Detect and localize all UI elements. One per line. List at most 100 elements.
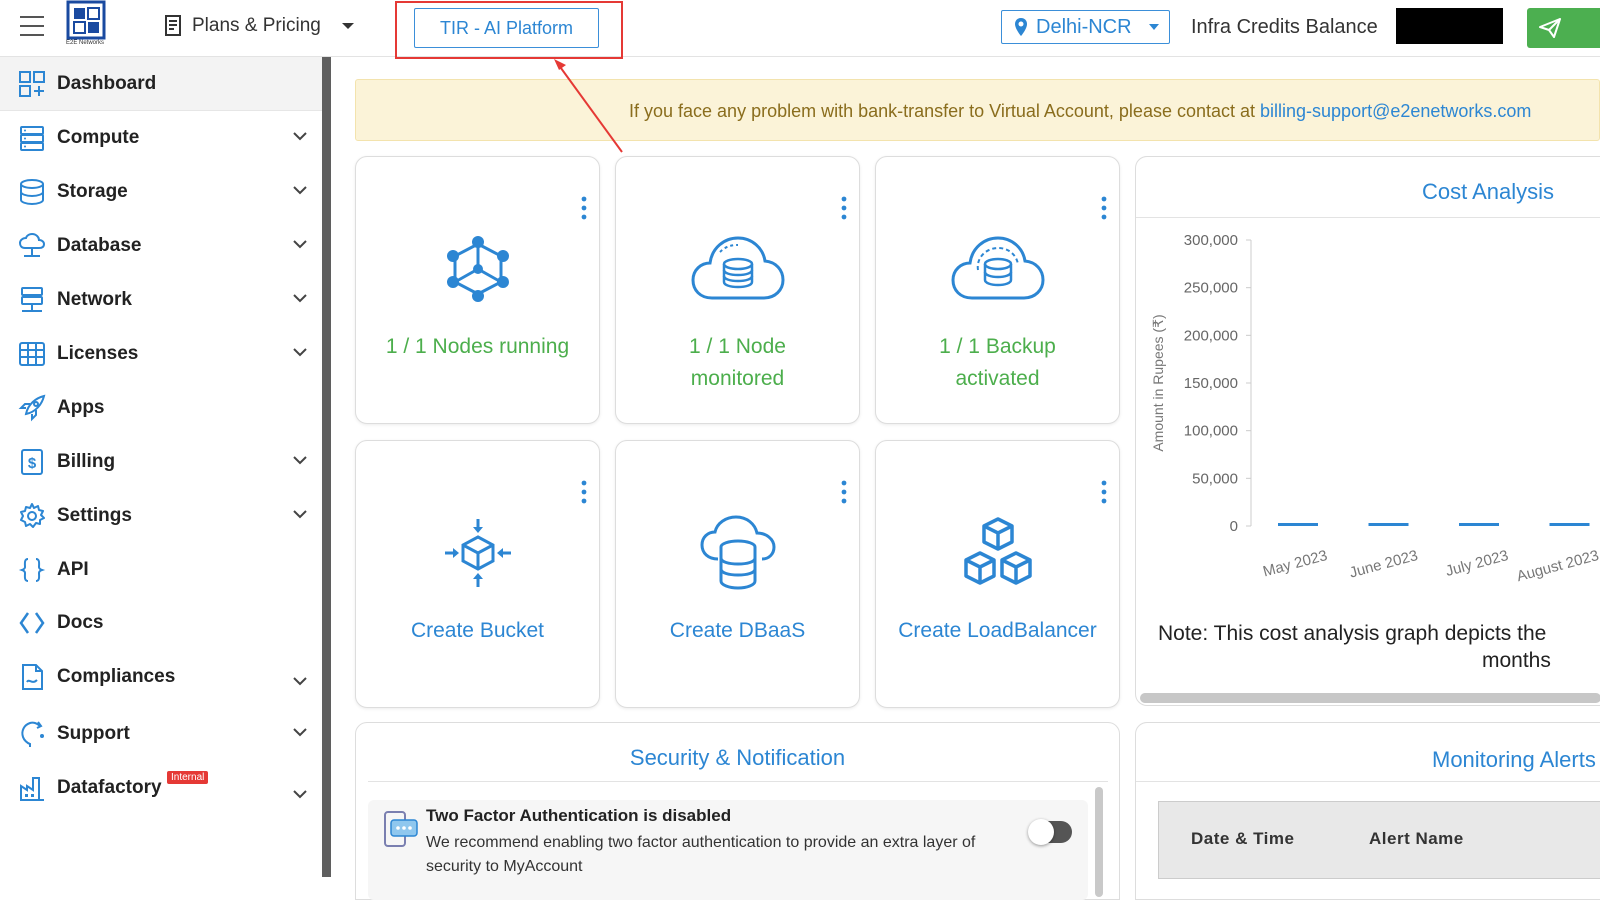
- sidebar-item-docs[interactable]: Docs: [0, 596, 322, 650]
- licenses-icon: [17, 339, 47, 369]
- billing-support-email-link[interactable]: billing-support@e2enetworks.com: [1260, 101, 1531, 121]
- loadbalancer-icon: [876, 517, 1119, 589]
- cloud-database-icon: [616, 234, 859, 304]
- cost-horizontal-scrollbar[interactable]: [1140, 693, 1600, 703]
- sidebar-item-label: Support: [57, 723, 130, 744]
- braces-icon: [17, 555, 47, 585]
- sidebar-item-label: Settings: [57, 505, 132, 526]
- two-factor-title: Two Factor Authentication is disabled: [426, 806, 732, 825]
- divider: [368, 781, 1108, 782]
- create-loadbalancer-text: Create LoadBalancer: [898, 619, 1097, 642]
- caret-down-icon: [341, 23, 354, 29]
- two-factor-description: We recommend enabling two factor authent…: [426, 834, 976, 875]
- plans-pricing-menu[interactable]: Plans & Pricing: [164, 15, 355, 37]
- cost-chart: 300,000 250,000 200,000 150,000 100,000 50,00…: [1150, 232, 1600, 585]
- sidebar-item-dashboard[interactable]: Dashboard: [0, 57, 322, 111]
- security-scrollbar[interactable]: [1095, 787, 1103, 897]
- more-options-icon[interactable]: [839, 479, 849, 505]
- top-bar: E2E Networks Plans & Pricing TIR - AI Pl…: [0, 0, 1600, 59]
- sidebar: Dashboard Compute Storage Database Netwo…: [0, 57, 322, 900]
- security-notification-panel: Security & Notification Two Factor Authe…: [355, 722, 1120, 900]
- sidebar-item-network[interactable]: Network: [0, 273, 322, 327]
- database-icon: [17, 231, 47, 261]
- more-options-icon[interactable]: [1099, 195, 1109, 221]
- y-tick-label: 150,000: [1184, 375, 1238, 392]
- tir-ai-platform-button[interactable]: TIR - AI Platform: [414, 8, 599, 48]
- support-icon: [17, 719, 47, 749]
- more-options-icon[interactable]: [1099, 479, 1109, 505]
- sidebar-item-label: Apps: [57, 397, 105, 418]
- sidebar-item-label: Database: [57, 235, 142, 256]
- internal-badge: Internal: [167, 771, 209, 784]
- sidebar-item-apps[interactable]: Apps: [0, 381, 322, 435]
- hamburger-menu-icon[interactable]: [20, 16, 44, 38]
- y-tick-label: 250,000: [1184, 280, 1238, 297]
- server-icon: [17, 123, 47, 153]
- chevron-down-icon: [293, 348, 307, 357]
- sidebar-item-licenses[interactable]: Licenses: [0, 327, 322, 381]
- caret-down-icon: [1148, 24, 1159, 30]
- alerts-table-header: Date & Time Alert Name: [1158, 801, 1600, 879]
- divider: [1136, 217, 1600, 218]
- sidebar-item-label: API: [57, 559, 89, 580]
- alert-message: If you face any problem with bank-transf…: [629, 101, 1261, 121]
- chevron-down-icon: [293, 294, 307, 303]
- region-selector[interactable]: Delhi-NCR: [1001, 10, 1170, 44]
- divider: [1136, 781, 1600, 782]
- x-tick-label: May 2023: [1261, 547, 1329, 580]
- sidebar-item-storage[interactable]: Storage: [0, 165, 322, 219]
- storage-icon: [17, 177, 47, 207]
- create-dbaas-card[interactable]: Create DBaaS: [615, 440, 860, 708]
- create-bucket-card[interactable]: Create Bucket: [355, 440, 600, 708]
- sidebar-item-label: Storage: [57, 181, 128, 202]
- more-options-icon[interactable]: [839, 195, 849, 221]
- plans-pricing-label: Plans & Pricing: [192, 15, 321, 36]
- y-tick-label: 200,000: [1184, 327, 1238, 344]
- sidebar-item-label: Docs: [57, 612, 104, 633]
- backup-activated-card[interactable]: 1 / 1 Backup activated: [875, 156, 1120, 424]
- sidebar-scrollbar[interactable]: [322, 57, 331, 877]
- infra-credits-label: Infra Credits Balance: [1191, 16, 1378, 38]
- pricing-icon: [165, 15, 181, 36]
- more-options-icon[interactable]: [579, 195, 589, 221]
- sidebar-item-datafactory[interactable]: Datafactory Internal: [0, 761, 322, 815]
- x-tick-label: June 2023: [1348, 547, 1420, 582]
- datafactory-icon: [17, 773, 47, 803]
- location-pin-icon: [1015, 18, 1027, 36]
- sidebar-item-settings[interactable]: Settings: [0, 489, 322, 543]
- chevron-down-icon: [293, 790, 307, 799]
- sidebar-item-database[interactable]: Database: [0, 219, 322, 273]
- cost-bar: [1368, 523, 1409, 526]
- dashboard-icon: [17, 69, 47, 99]
- chevron-down-icon: [293, 456, 307, 465]
- sidebar-item-api[interactable]: API: [0, 543, 322, 597]
- infra-credits-value-redacted: [1396, 8, 1503, 44]
- sidebar-item-label: Dashboard: [57, 72, 157, 94]
- y-axis-label: Amount in Rupees (₹): [1150, 314, 1166, 451]
- more-options-icon[interactable]: [579, 479, 589, 505]
- region-label: Delhi-NCR: [1036, 15, 1132, 38]
- column-header-alert-name: Alert Name: [1369, 829, 1464, 848]
- sidebar-item-billing[interactable]: $ Billing: [0, 435, 322, 489]
- two-factor-toggle[interactable]: [1028, 819, 1072, 845]
- two-factor-notification: Two Factor Authentication is disabled We…: [368, 800, 1088, 900]
- x-tick-label: July 2023: [1444, 547, 1510, 580]
- sidebar-item-support[interactable]: Support: [0, 707, 322, 761]
- nodes-running-card[interactable]: 1 / 1 Nodes running: [355, 156, 600, 424]
- two-factor-phone-icon: [384, 811, 418, 847]
- sidebar-item-label: Compute: [57, 127, 140, 148]
- send-button[interactable]: [1527, 8, 1600, 48]
- cost-analysis-title: Cost Analysis: [1422, 179, 1555, 204]
- node-monitored-card[interactable]: 1 / 1 Node monitored: [615, 156, 860, 424]
- sidebar-item-compute[interactable]: Compute: [0, 111, 322, 165]
- node-monitored-text-2: monitored: [690, 367, 785, 390]
- create-loadbalancer-card[interactable]: Create LoadBalancer: [875, 440, 1120, 708]
- code-icon: [17, 608, 47, 638]
- backup-activated-text-1: 1 / 1 Backup: [939, 335, 1056, 358]
- security-title: Security & Notification: [629, 745, 846, 770]
- sidebar-item-compliances[interactable]: Compliances: [0, 650, 322, 704]
- cost-note: Note: This cost analysis graph depicts t…: [1158, 622, 1547, 645]
- gear-icon: [17, 501, 47, 531]
- billing-icon: $: [17, 447, 47, 477]
- paper-plane-icon: [1539, 18, 1561, 38]
